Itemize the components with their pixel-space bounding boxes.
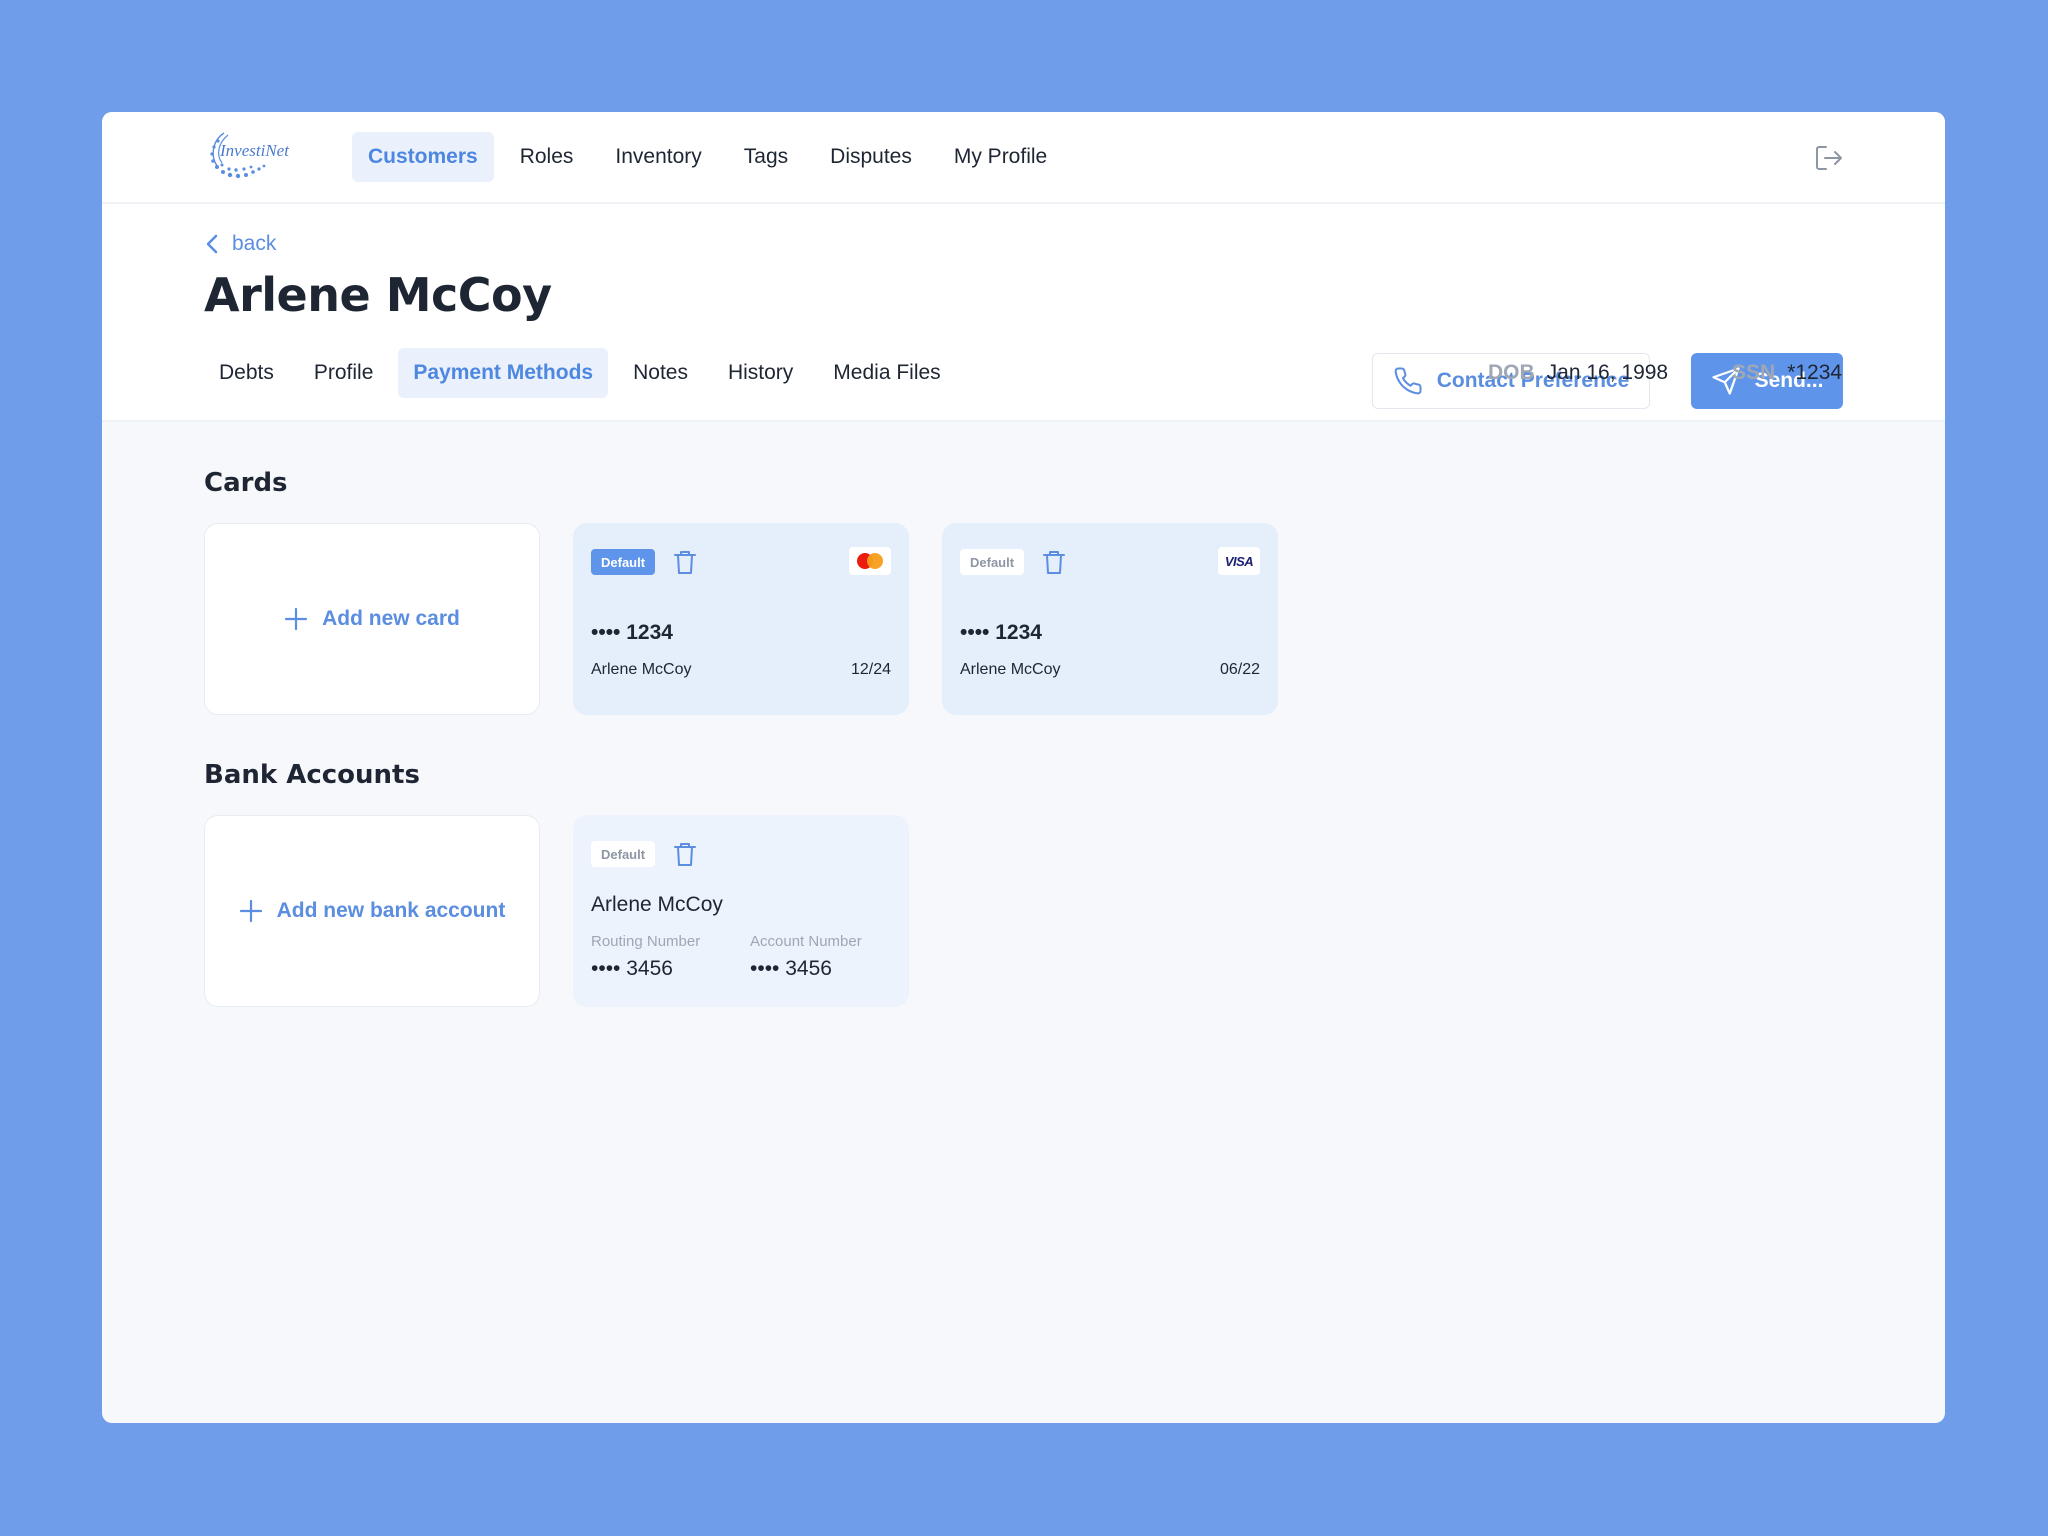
plus-icon [285, 607, 308, 631]
plus-icon [239, 899, 262, 923]
customer-tabs-row: Debts Profile Payment Methods Notes Hist… [204, 348, 966, 398]
account-number-value: •••• 3456 [750, 957, 832, 980]
page-title: Arlene McCoy [204, 268, 552, 322]
back-link[interactable]: back [206, 232, 276, 256]
tab-profile[interactable]: Profile [299, 348, 389, 398]
bank-account-card[interactable]: Default Arlene McCoy Routing Number ••••… [573, 815, 909, 1007]
default-badge[interactable]: Default [591, 549, 656, 575]
logo-text: InvestiNet [220, 141, 289, 160]
card-holder-name: Arlene McCoy [960, 661, 1061, 678]
app-window: InvestiNet Customers Roles Inventory Tag… [102, 112, 1945, 1423]
tab-notes[interactable]: Notes [618, 348, 703, 398]
card-visa[interactable]: Default VISA •••• 1234 Arlene McCoy 06/2… [942, 523, 1278, 715]
tab-history[interactable]: History [713, 348, 808, 398]
top-navbar: InvestiNet Customers Roles Inventory Tag… [102, 112, 1945, 204]
nav-item-my-profile[interactable]: My Profile [938, 132, 1063, 182]
dob-field: DOB Jan 16, 1998 [1488, 361, 1668, 385]
nav-item-roles[interactable]: Roles [504, 132, 590, 182]
trash-icon[interactable] [673, 549, 697, 575]
account-number-label: Account Number [750, 933, 862, 950]
add-new-card-label: Add new card [322, 607, 460, 630]
dob-value: Jan 16, 1998 [1546, 361, 1669, 384]
chevron-left-icon [206, 234, 218, 254]
default-badge[interactable]: Default [960, 549, 1025, 575]
bank-account-holder: Arlene McCoy [591, 893, 723, 916]
tab-media-files[interactable]: Media Files [818, 348, 955, 398]
card-number: •••• 1234 [960, 621, 1042, 644]
card-mastercard[interactable]: Default •••• 1234 Arlene McCoy 12/24 [573, 523, 909, 715]
routing-number-label: Routing Number [591, 933, 701, 950]
main-nav: Customers Roles Inventory Tags Disputes … [352, 132, 1073, 182]
cards-section-title: Cards [204, 468, 288, 498]
mastercard-logo-icon [849, 547, 891, 575]
add-new-bank-account-label: Add new bank account [276, 899, 506, 922]
ssn-value: *1234 [1787, 361, 1843, 384]
add-new-card-button[interactable]: Add new card [204, 523, 540, 715]
card-holder-name: Arlene McCoy [591, 661, 692, 678]
routing-number-value: •••• 3456 [591, 957, 673, 980]
trash-icon[interactable] [1042, 549, 1066, 575]
dob-label: DOB [1488, 361, 1535, 384]
phone-icon [1394, 367, 1422, 395]
logout-icon[interactable] [1813, 142, 1845, 174]
tab-payment-methods[interactable]: Payment Methods [398, 348, 609, 398]
nav-item-inventory[interactable]: Inventory [599, 132, 717, 182]
bank-accounts-section-title: Bank Accounts [204, 760, 420, 790]
ssn-field: SSN *1234 [1732, 361, 1842, 385]
card-expiry: 12/24 [850, 661, 891, 678]
nav-item-tags[interactable]: Tags [728, 132, 804, 182]
tab-debts[interactable]: Debts [204, 348, 289, 398]
ssn-label: SSN [1732, 361, 1776, 384]
investinet-logo[interactable]: InvestiNet [204, 127, 304, 187]
card-expiry: 06/22 [1219, 661, 1260, 678]
back-label: back [232, 232, 277, 255]
visa-logo-text: VISA [1224, 553, 1254, 569]
nav-item-disputes[interactable]: Disputes [814, 132, 928, 182]
visa-logo-icon: VISA [1218, 547, 1260, 575]
trash-icon[interactable] [673, 841, 697, 867]
add-new-bank-account-button[interactable]: Add new bank account [204, 815, 540, 1007]
card-number: •••• 1234 [591, 621, 673, 644]
nav-item-customers[interactable]: Customers [352, 132, 494, 182]
default-badge[interactable]: Default [591, 841, 656, 867]
